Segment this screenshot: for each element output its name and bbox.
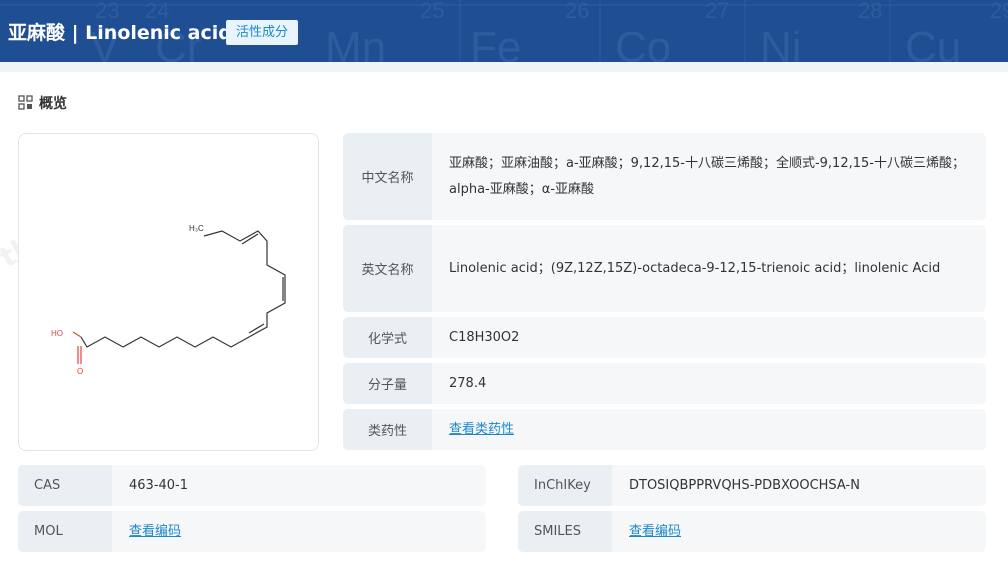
hydroxyl-label: HO — [51, 329, 63, 338]
identifier-value: DTOSIQBPPRVQHS-PDBXOOCHSA-N — [629, 465, 968, 506]
identifier-value: 查看编码 — [129, 511, 468, 552]
property-value: 278.4 — [449, 363, 968, 404]
property-value: 亚麻酸；亚麻油酸；a-亚麻酸；9,12,15-十八碳三烯酸；全顺式-9,12,1… — [449, 133, 968, 220]
svg-text:Cu: Cu — [905, 23, 961, 62]
identifier-row-inchikey: InChIKey DTOSIQBPPRVQHS-PDBXOOCHSA-N — [518, 465, 986, 506]
identifier-value: 463-40-1 — [129, 465, 468, 506]
inchikey-value: DTOSIQBPPRVQHS-PDBXOOCHSA-N — [629, 477, 860, 493]
svg-text:25: 25 — [420, 0, 444, 23]
property-row-molecular-weight: 分子量 278.4 — [343, 363, 986, 404]
cas-value: 463-40-1 — [129, 477, 189, 493]
svg-text:28: 28 — [858, 0, 882, 23]
svg-text:Fe: Fe — [470, 23, 521, 62]
methyl-label: H₃C — [189, 224, 204, 233]
identifier-label: InChIKey — [518, 465, 612, 506]
overview-section-title: 概览 — [18, 94, 67, 114]
property-value: C18H30O2 — [449, 317, 968, 358]
svg-text:29: 29 — [990, 0, 1008, 23]
view-mol-code-link[interactable]: 查看编码 — [129, 519, 181, 545]
identifier-row-cas: CAS 463-40-1 — [18, 465, 486, 506]
bg-element-tile-6: 29 Cu — [905, 0, 1008, 62]
bg-element-tile-2: 25 Mn — [325, 0, 444, 62]
property-row-english-name: 英文名称 Linolenic acid；(9Z,12Z,15Z)-octadec… — [343, 225, 986, 312]
identifier-label: SMILES — [518, 511, 612, 552]
bg-element-tile-3: 26 Fe — [470, 0, 589, 62]
property-value: 查看类药性 — [449, 409, 968, 450]
svg-text:Co: Co — [615, 23, 671, 62]
identifier-label: CAS — [18, 465, 112, 506]
molecular-weight-text: 278.4 — [449, 375, 487, 391]
view-druglikeness-link[interactable]: 查看类药性 — [449, 417, 514, 443]
structure-image-panel: H₃C HO O — [18, 133, 319, 451]
page-title: 亚麻酸 | Linolenic acid — [8, 22, 232, 44]
svg-text:27: 27 — [705, 0, 729, 23]
svg-text:26: 26 — [565, 0, 589, 23]
view-smiles-code-link[interactable]: 查看编码 — [629, 519, 681, 545]
chemical-structure: H₃C HO O — [51, 224, 286, 376]
property-row-chinese-name: 中文名称 亚麻酸；亚麻油酸；a-亚麻酸；9,12,15-十八碳三烯酸；全顺式-9… — [343, 133, 986, 220]
property-value: Linolenic acid；(9Z,12Z,15Z)-octadeca-9-1… — [449, 225, 968, 312]
oxygen-label: O — [77, 367, 83, 376]
page-header: 23 V 24 Cr 25 Mn 26 Fe 27 Co 28 Ni 29 Cu — [0, 0, 1008, 62]
property-row-druglikeness: 类药性 查看类药性 — [343, 409, 986, 450]
property-label: 中文名称 — [343, 133, 432, 220]
property-row-formula: 化学式 C18H30O2 — [343, 317, 986, 358]
identifier-value: 查看编码 — [629, 511, 968, 552]
property-label: 分子量 — [343, 363, 432, 404]
chinese-names-text: 亚麻酸；亚麻油酸；a-亚麻酸；9,12,15-十八碳三烯酸；全顺式-9,12,1… — [449, 155, 965, 197]
bg-element-tile-4: 27 Co — [615, 0, 729, 62]
identifier-row-mol: MOL 查看编码 — [18, 511, 486, 552]
identifier-label: MOL — [18, 511, 112, 552]
header-divider — [0, 62, 1008, 72]
formula-text: C18H30O2 — [449, 329, 520, 345]
category-badge[interactable]: 活性成分 — [226, 20, 298, 45]
property-label: 英文名称 — [343, 225, 432, 312]
english-names-text: Linolenic acid；(9Z,12Z,15Z)-octadeca-9-1… — [449, 260, 941, 276]
overview-title: 概览 — [39, 96, 67, 112]
property-label: 类药性 — [343, 409, 432, 450]
svg-text:Ni: Ni — [760, 23, 802, 62]
identifier-row-smiles: SMILES 查看编码 — [518, 511, 986, 552]
bg-element-tile-5: 28 Ni — [760, 0, 882, 62]
grid-icon — [18, 95, 33, 110]
property-label: 化学式 — [343, 317, 432, 358]
svg-text:Mn: Mn — [325, 23, 386, 62]
